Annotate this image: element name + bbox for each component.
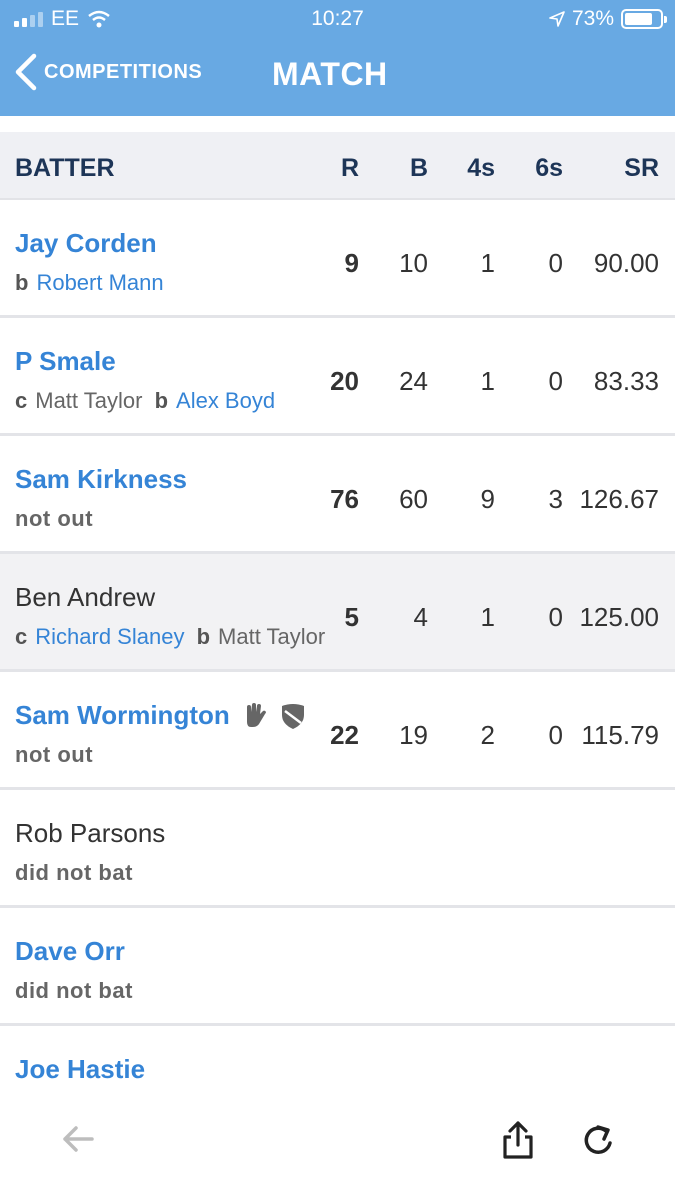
runs: 9 xyxy=(344,248,359,278)
header-fours: 4s xyxy=(467,154,495,182)
dismissal: c Richard Slaney b Matt Taylor xyxy=(15,624,325,650)
sixes: 0 xyxy=(548,720,563,750)
batter-name[interactable]: Jay Corden xyxy=(15,228,157,259)
header-balls: B xyxy=(409,154,428,182)
batter-name[interactable]: Joe Hastie xyxy=(15,1054,145,1085)
bowler-name: Matt Taylor xyxy=(218,624,326,649)
batter-name[interactable]: P Smale xyxy=(15,346,116,377)
strike-rate: 125.00 xyxy=(579,602,659,632)
wicketkeeper-gloves-icon xyxy=(246,702,266,727)
batter-row: Rob Parsons did not bat xyxy=(0,790,675,908)
bowler-name[interactable]: Robert Mann xyxy=(36,270,163,295)
batting-status: did not bat xyxy=(15,978,133,1003)
batter-row: Sam Wormington not out 22 19 2 0 115.79 xyxy=(0,672,675,790)
batter-row: Sam Kirkness not out 76 60 9 3 126.67 xyxy=(0,436,675,554)
balls: 4 xyxy=(413,602,428,632)
captain-shield-icon xyxy=(281,703,304,729)
battery-icon xyxy=(621,9,667,29)
batter-name: Sam Wormington xyxy=(15,700,230,730)
fours: 1 xyxy=(480,366,495,396)
sixes: 0 xyxy=(548,602,563,632)
fielder-name[interactable]: Richard Slaney xyxy=(35,624,184,649)
reload-icon[interactable] xyxy=(580,1121,618,1159)
fours: 1 xyxy=(480,248,495,278)
batter-name[interactable]: Dave Orr xyxy=(15,936,125,967)
dismissal: c Matt Taylor b Alex Boyd xyxy=(15,388,275,414)
header-sixes: 6s xyxy=(535,154,563,182)
caught-prefix: c xyxy=(15,388,28,413)
balls: 19 xyxy=(399,720,428,750)
balls: 60 xyxy=(399,484,428,514)
strike-rate: 83.33 xyxy=(593,366,659,396)
batter-row: P Smale c Matt Taylor b Alex Boyd 20 24 1 … xyxy=(0,318,675,436)
page-title: MATCH xyxy=(272,56,388,92)
strike-rate: 126.67 xyxy=(579,484,659,514)
nav-bar: COMPETITIONS MATCH xyxy=(0,48,675,104)
strike-rate: 115.79 xyxy=(581,720,659,750)
bowled-prefix: b xyxy=(154,388,169,413)
balls: 10 xyxy=(399,248,428,278)
fours: 9 xyxy=(480,484,495,514)
header-strike-rate: SR xyxy=(624,154,659,182)
scorecard-header: BATTER R B 4s 6s SR xyxy=(0,132,675,200)
bowled-prefix: b xyxy=(15,270,29,295)
runs: 76 xyxy=(330,484,359,514)
sixes: 0 xyxy=(548,366,563,396)
batting-status: did not bat xyxy=(15,860,133,885)
battery-percent: 73% xyxy=(571,7,614,30)
fours: 1 xyxy=(480,602,495,632)
batting-status: not out xyxy=(15,506,94,531)
back-button-label: COMPETITIONS xyxy=(44,60,203,83)
browser-toolbar xyxy=(0,1085,675,1200)
sixes: 0 xyxy=(548,248,563,278)
back-button[interactable]: COMPETITIONS xyxy=(12,52,202,92)
batter-row: Jay Corden b Robert Mann 9 10 1 0 90.00 xyxy=(0,200,675,318)
batter-name: Ben Andrew xyxy=(15,582,156,612)
header-runs: R xyxy=(340,154,359,182)
batter-name[interactable]: Sam Kirkness xyxy=(15,464,187,495)
fielder-name: Matt Taylor xyxy=(35,388,143,413)
batter-name-group[interactable]: Sam Wormington xyxy=(15,700,306,731)
fours: 2 xyxy=(480,720,495,750)
dismissal: b Robert Mann xyxy=(15,270,164,296)
location-arrow-icon xyxy=(549,11,565,27)
header-batter: BATTER xyxy=(15,154,115,182)
chevron-left-icon xyxy=(15,53,37,91)
caught-prefix: c xyxy=(15,624,28,649)
runs: 22 xyxy=(330,720,359,750)
batter-row: Ben Andrew c Richard Slaney b Matt Taylor … xyxy=(0,554,675,672)
strike-rate: 90.00 xyxy=(593,248,659,278)
bowled-prefix: b xyxy=(196,624,211,649)
runs: 5 xyxy=(344,602,359,632)
status-bar: EE 10:27 73% xyxy=(0,0,675,38)
runs: 20 xyxy=(330,366,359,396)
batter-name: Rob Parsons xyxy=(15,818,166,848)
batter-row: Dave Orr did not bat xyxy=(0,908,675,1026)
balls: 24 xyxy=(399,366,428,396)
sixes: 3 xyxy=(548,484,563,514)
status-right: 73% xyxy=(549,7,667,31)
bowler-name[interactable]: Alex Boyd xyxy=(176,388,275,413)
share-icon[interactable] xyxy=(500,1119,536,1161)
batting-status: not out xyxy=(15,742,94,767)
arrow-left-icon[interactable] xyxy=(60,1123,96,1155)
top-bar: EE 10:27 73% COMPETITIONS MATCH xyxy=(0,0,675,116)
